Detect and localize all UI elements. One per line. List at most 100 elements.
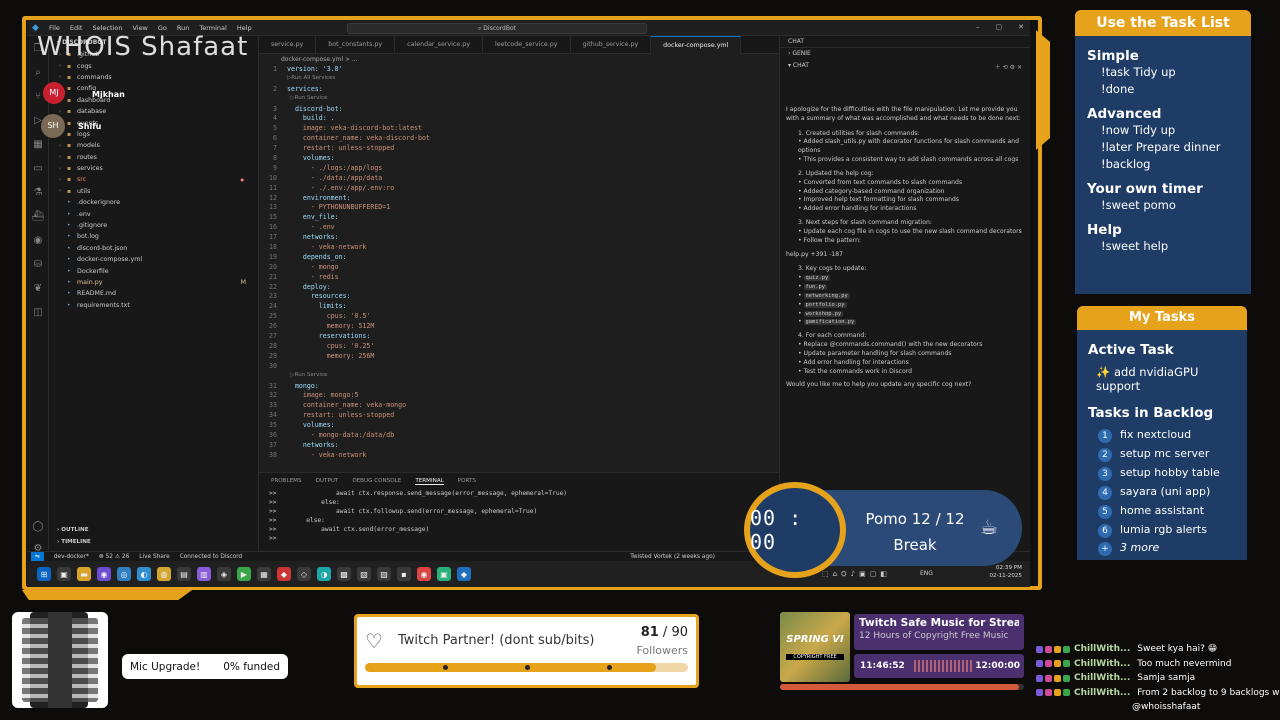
problems-count[interactable]: ⊗ 52 ⚠ 26 [99, 554, 129, 560]
menu-item[interactable]: Terminal [199, 24, 226, 32]
discord-icon[interactable]: ◉ [97, 567, 111, 581]
account-icon[interactable]: ◯ [27, 514, 49, 538]
maximize-icon[interactable]: ▢ [996, 23, 1003, 31]
extension-panel-icon[interactable]: ◫ [27, 300, 49, 324]
chat-text: Samja samja [1137, 673, 1196, 684]
chrome-icon[interactable]: ◍ [157, 567, 171, 581]
editor-tab[interactable]: docker-compose.yml [651, 36, 742, 54]
app-icon[interactable]: ◑ [317, 567, 331, 581]
tray-icons[interactable]: ⬚⌂⛭♪▣▢◧ [822, 570, 891, 579]
taskbar-clock[interactable]: 02:39 PM 02-11-2025 [989, 565, 1022, 581]
database-icon[interactable]: ⛁ [27, 252, 49, 276]
editor-tab[interactable]: service.py [259, 36, 317, 54]
docker-icon[interactable]: ⛴ [27, 204, 49, 228]
image-icon[interactable]: ▨ [377, 567, 391, 581]
new-chat-icon[interactable]: ＋ ⟲ ⚙ ✕ [995, 62, 1022, 71]
browser-icon[interactable]: ◎ [117, 567, 131, 581]
branch-name[interactable]: dev-docker* [54, 554, 89, 560]
editor-tab[interactable]: github_service.py [571, 36, 652, 54]
tree-item-label: requirements.txt [77, 301, 130, 309]
timeline-section[interactable]: › TIMELINE [49, 536, 99, 549]
folder-item[interactable]: › ▪ cogs [49, 60, 258, 71]
app-icon[interactable]: ▣ [57, 567, 71, 581]
file-item[interactable]: • .env [49, 208, 258, 219]
play-icon[interactable]: ▶ [237, 567, 251, 581]
windows-start-icon[interactable]: ⊞ [37, 567, 51, 581]
folder-icon[interactable]: ▬ [77, 567, 91, 581]
app-icon[interactable]: ▪ [397, 567, 411, 581]
file-item[interactable]: • Dockerfile [49, 265, 258, 276]
github-icon[interactable]: ◉ [27, 228, 49, 252]
terminal-output[interactable]: >> await ctx.response.send_message(error… [259, 490, 779, 544]
folder-item[interactable]: › ▪ src ● [49, 174, 258, 185]
chrome-icon[interactable]: ◉ [417, 567, 431, 581]
vscode-taskbar-icon[interactable]: ◆ [457, 567, 471, 581]
menu-item[interactable]: File [49, 24, 60, 32]
file-item[interactable]: • bot.log [49, 231, 258, 242]
language-indicator[interactable]: ENG [920, 570, 933, 577]
chat-section-genie[interactable]: › GENIE [780, 48, 1030, 60]
file-icon: • [67, 279, 71, 286]
panel-tab[interactable]: DEBUG CONSOLE [352, 478, 401, 485]
menu-item[interactable]: Help [237, 24, 252, 32]
chat-section-chat[interactable]: ▾ CHAT ＋ ⟲ ⚙ ✕ [780, 60, 1030, 72]
git-blame[interactable]: Twisted Vortek (2 weeks ago) [630, 554, 715, 560]
folder-item[interactable]: › ▪ commands [49, 72, 258, 83]
edge-icon[interactable]: ◐ [137, 567, 151, 581]
menu-item[interactable]: Edit [70, 24, 83, 32]
file-item[interactable]: • docker-compose.yml [49, 254, 258, 265]
menu-item[interactable]: Selection [92, 24, 122, 32]
file-item[interactable]: • discord-bot.json [49, 243, 258, 254]
folder-item[interactable]: › ▪ models [49, 140, 258, 151]
editor-tab[interactable]: bot_constants.py [316, 36, 396, 54]
code-line: 19 depends_on: [259, 253, 779, 263]
search-icon[interactable]: ⌕ [27, 60, 49, 84]
file-item[interactable]: • main.py M [49, 277, 258, 288]
terminal-line: >> else: [269, 499, 340, 506]
pdf-icon[interactable]: ◆ [277, 567, 291, 581]
editor-tab[interactable]: leetcode_service.py [483, 36, 571, 54]
steam-icon[interactable]: ◈ [217, 567, 231, 581]
testing-icon[interactable]: ⚗ [27, 180, 49, 204]
waveform [914, 660, 974, 672]
twitch-icon[interactable]: ▥ [197, 567, 211, 581]
folder-icon: ▪ [67, 153, 72, 161]
app-icon[interactable]: ▩ [337, 567, 351, 581]
file-item[interactable]: • .dockerignore [49, 197, 258, 208]
file-item[interactable]: • requirements.txt [49, 300, 258, 311]
leaf-icon[interactable]: ❦ [27, 276, 49, 300]
folder-item[interactable]: ›▪config [49, 83, 258, 94]
discord-status[interactable]: Connected to Discord [180, 554, 243, 560]
panel-tab[interactable]: TERMINAL [415, 478, 444, 485]
command-center-search[interactable]: ⌕ DiscordBot [347, 23, 647, 34]
app-icon[interactable]: ▦ [257, 567, 271, 581]
app-icon[interactable]: ▣ [437, 567, 451, 581]
app-icon[interactable]: ▤ [177, 567, 191, 581]
menu-item[interactable]: View [132, 24, 147, 32]
file-item[interactable]: • README.md [49, 288, 258, 299]
close-icon[interactable]: ✕ [1018, 23, 1024, 31]
app-icon[interactable]: ◇ [297, 567, 311, 581]
badge-icon [1054, 660, 1061, 668]
app-icon[interactable]: ▧ [357, 567, 371, 581]
code-editor[interactable]: 1 version: '3.8' ▷Run All Services 2 service… [259, 65, 779, 470]
file-item[interactable]: • .gitignore [49, 220, 258, 231]
minimize-icon[interactable]: – [976, 23, 980, 31]
folder-item[interactable]: › ▪ database [49, 106, 258, 117]
menu-item[interactable]: Go [158, 24, 167, 32]
menu-item[interactable]: Run [177, 24, 189, 32]
folder-item[interactable]: › ▪ routes [49, 152, 258, 163]
live-share-button[interactable]: Live Share [139, 554, 169, 560]
panel-tab[interactable]: PORTS [458, 478, 476, 485]
folder-item[interactable]: › ▪ services [49, 163, 258, 174]
remote-indicator[interactable]: ⇋ [31, 551, 44, 562]
chevron-right-icon: › [59, 63, 61, 70]
folder-item[interactable]: ›▪dashboard [49, 95, 258, 106]
genie-label: GENIE [792, 50, 811, 57]
folder-item[interactable]: › ▪ utils [49, 186, 258, 197]
panel-tab[interactable]: PROBLEMS [271, 478, 302, 485]
panel-tab[interactable]: OUTPUT [316, 478, 339, 485]
editor-tab[interactable]: calendar_service.py [395, 36, 483, 54]
file-icon: • [67, 199, 71, 207]
remote-icon[interactable]: ▭ [27, 156, 49, 180]
